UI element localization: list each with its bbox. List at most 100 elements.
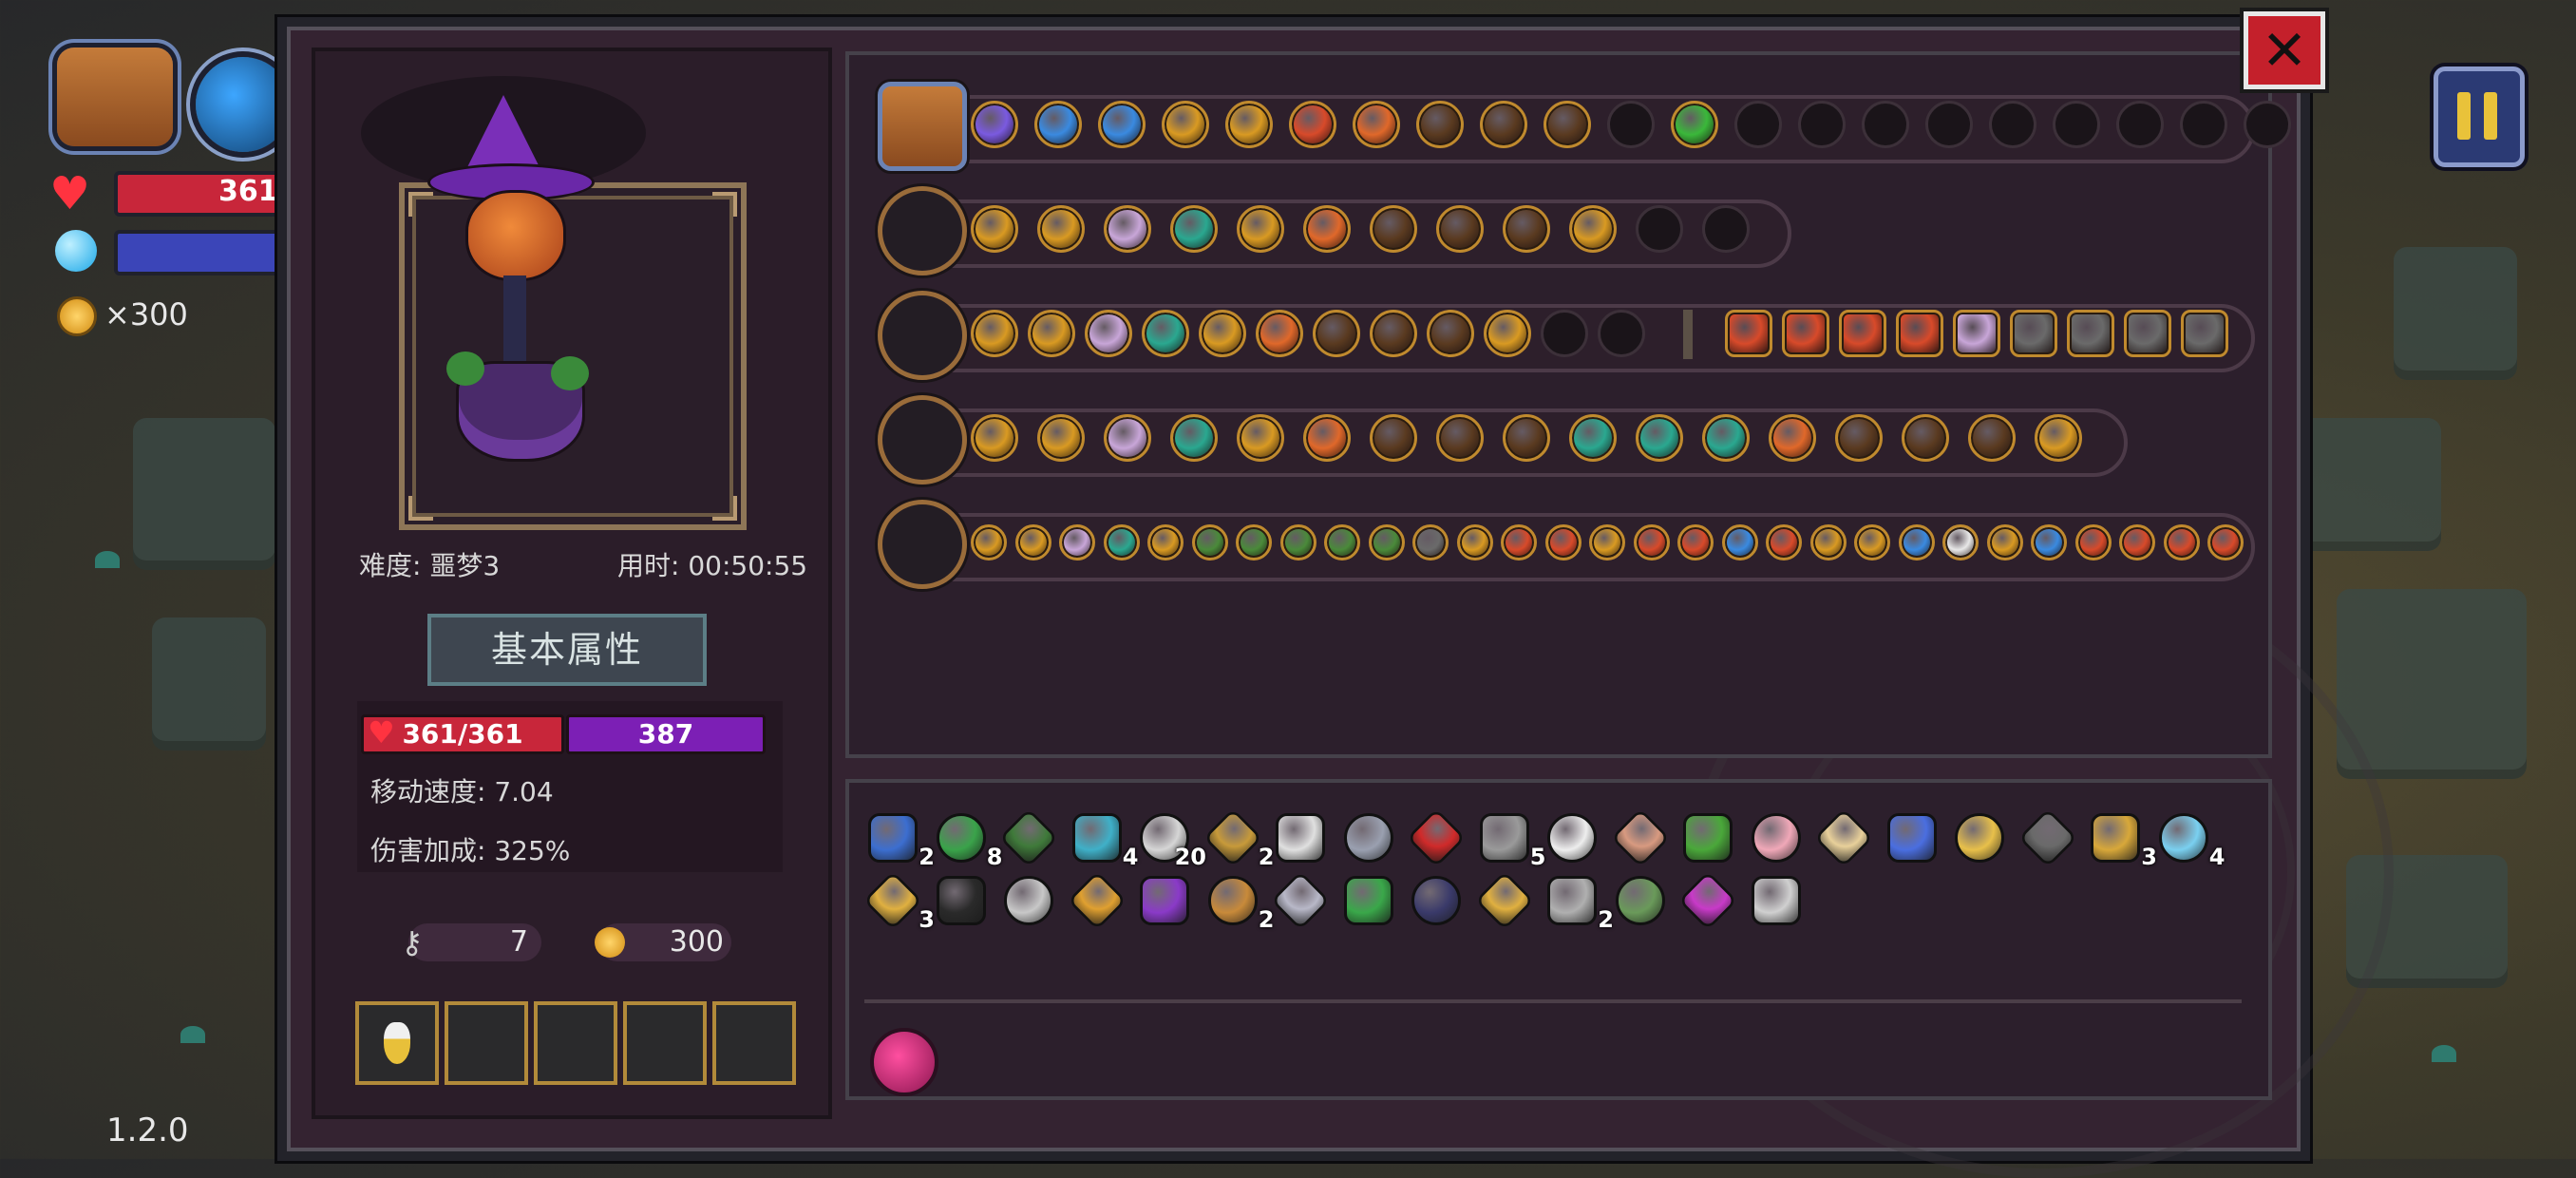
egg-stone-icon[interactable] (1610, 808, 1670, 868)
skill-chip-orange-dim[interactable] (1370, 310, 1417, 357)
skill-chip-red[interactable] (1677, 524, 1714, 560)
bar-icon[interactable] (1338, 808, 1393, 863)
skill-chip-red[interactable] (2207, 524, 2244, 560)
skill-chip-orange-dim[interactable] (1427, 310, 1474, 357)
skill-chip-green[interactable] (1191, 524, 1228, 560)
skill-chip-gold[interactable] (1225, 101, 1273, 148)
skill-chip-teal[interactable] (1636, 414, 1683, 462)
skill-chip-gold[interactable] (1014, 524, 1051, 560)
skill-chip-gold[interactable] (1854, 524, 1890, 560)
skill-chip-red[interactable] (2163, 524, 2200, 560)
magnifier-icon[interactable] (1746, 870, 1801, 925)
skill-chip-pink[interactable] (1059, 524, 1095, 560)
skill-chip-white[interactable] (1942, 524, 1979, 560)
skill-chip-teal[interactable] (1103, 524, 1140, 560)
dark-staff-icon[interactable] (878, 291, 967, 380)
skill-chip-blue[interactable] (1898, 524, 1935, 560)
skill-chip-teal[interactable] (1569, 414, 1617, 462)
skill-chip-grey[interactable] (2124, 310, 2171, 357)
skill-chip-blue[interactable] (1034, 101, 1082, 148)
gold-cup-icon[interactable] (1067, 870, 1127, 931)
quick-slot-5[interactable] (712, 1001, 796, 1085)
skill-chip-gold[interactable] (971, 414, 1018, 462)
skill-chip-gold[interactable] (1237, 414, 1284, 462)
skill-chip-red[interactable] (1633, 524, 1670, 560)
skill-chip-gold[interactable] (1028, 310, 1075, 357)
white-arrow-icon[interactable]: 20 (1134, 808, 1206, 870)
skill-chip-red[interactable] (1896, 310, 1943, 357)
skill-chip-orange-dim[interactable] (1313, 310, 1360, 357)
skill-chip-orange-dim[interactable] (1416, 101, 1464, 148)
skill-chip-red[interactable] (1766, 524, 1802, 560)
skill-chip-orange-dim[interactable] (1480, 101, 1527, 148)
skill-chip-gold[interactable] (1147, 524, 1184, 560)
skill-chip-empty[interactable] (1925, 101, 1973, 148)
skill-chip-empty[interactable] (1862, 101, 1909, 148)
skill-chip-orange[interactable] (1256, 310, 1303, 357)
skill-chip-green[interactable] (1324, 524, 1360, 560)
skill-chip-blue[interactable] (1098, 101, 1146, 148)
skill-chip-orange[interactable] (1303, 414, 1351, 462)
skill-chip-red[interactable] (1725, 310, 1772, 357)
black-hood-icon[interactable] (931, 870, 986, 925)
skill-chip-orange-dim[interactable] (1370, 205, 1417, 253)
skill-chip-gold[interactable] (1589, 524, 1625, 560)
skill-chip-red[interactable] (1839, 310, 1886, 357)
bag-icon[interactable] (878, 82, 967, 171)
skill-chip-teal[interactable] (1702, 414, 1750, 462)
skill-chip-empty[interactable] (2244, 101, 2291, 148)
green-hand-icon[interactable] (1338, 870, 1393, 925)
skill-chip-red[interactable] (1544, 524, 1582, 560)
blue-squid-icon[interactable]: 2 (862, 808, 935, 870)
skill-chip-teal[interactable] (1142, 310, 1189, 357)
skill-chip-empty[interactable] (2116, 101, 2164, 148)
skill-chip-grey[interactable] (2181, 310, 2228, 357)
skill-chip-green[interactable] (1236, 524, 1272, 560)
skill-chip-orange[interactable] (1769, 414, 1816, 462)
skill-chip-red[interactable] (2119, 524, 2155, 560)
skill-chip-green[interactable] (1279, 524, 1316, 560)
skill-chip-gold[interactable] (1199, 310, 1246, 357)
grey-beast-icon[interactable] (2017, 808, 2077, 868)
skill-chip-orange-dim[interactable] (1436, 414, 1484, 462)
skill-chip-orange-dim[interactable] (1544, 101, 1591, 148)
green-sprout-icon[interactable] (1677, 808, 1733, 863)
skill-chip-red[interactable] (1289, 101, 1336, 148)
quick-slot-4[interactable] (623, 1001, 707, 1085)
skill-chip-orange-dim[interactable] (1902, 414, 1949, 462)
close-button[interactable]: ✕ (2244, 11, 2325, 89)
green-arrow-icon[interactable]: 8 (931, 808, 1003, 870)
skill-chip-grey[interactable] (2067, 310, 2114, 357)
skill-chip-orange[interactable] (1303, 205, 1351, 253)
skill-chip-pink[interactable] (1104, 205, 1151, 253)
skill-chip-red[interactable] (2074, 524, 2112, 560)
shotgun-icon[interactable] (878, 186, 967, 276)
skill-chip-gold[interactable] (2035, 414, 2082, 462)
skill-chip-gold[interactable] (971, 524, 1007, 560)
skill-chip-teal[interactable] (1170, 205, 1218, 253)
skill-chip-orange[interactable] (1353, 101, 1400, 148)
rainbow-cape-icon[interactable] (1677, 870, 1738, 931)
weapon-slot-icon[interactable] (196, 57, 291, 152)
green-belt-icon[interactable] (998, 808, 1059, 868)
skill-chip-red[interactable] (1782, 310, 1829, 357)
quick-slot-3[interactable] (534, 1001, 617, 1085)
skill-chip-green-skull[interactable] (1671, 101, 1718, 148)
skill-chip-orange-dim[interactable] (1370, 414, 1417, 462)
skill-chip-gold[interactable] (1037, 414, 1085, 462)
blue-gem-icon[interactable] (1882, 808, 1937, 863)
skill-chip-pink[interactable] (1953, 310, 2000, 357)
skill-chip-empty[interactable] (2053, 101, 2100, 148)
bag-icon[interactable] (57, 48, 173, 146)
skill-chip-empty[interactable] (1598, 310, 1645, 357)
skill-chip-orange-dim[interactable] (1503, 414, 1550, 462)
skill-chip-orange-dim[interactable] (1436, 205, 1484, 253)
skill-chip-gold[interactable] (1569, 205, 1617, 253)
red-demon-icon[interactable] (1406, 808, 1467, 868)
silver-boot-icon[interactable] (1270, 870, 1331, 931)
skill-chip-grey[interactable] (1412, 524, 1449, 560)
spiral-orb-icon[interactable] (870, 1028, 938, 1096)
skill-chip-pink[interactable] (1085, 310, 1132, 357)
gold-trident-icon[interactable]: 3 (2085, 808, 2157, 870)
skill-chip-blue[interactable] (1721, 524, 1758, 560)
